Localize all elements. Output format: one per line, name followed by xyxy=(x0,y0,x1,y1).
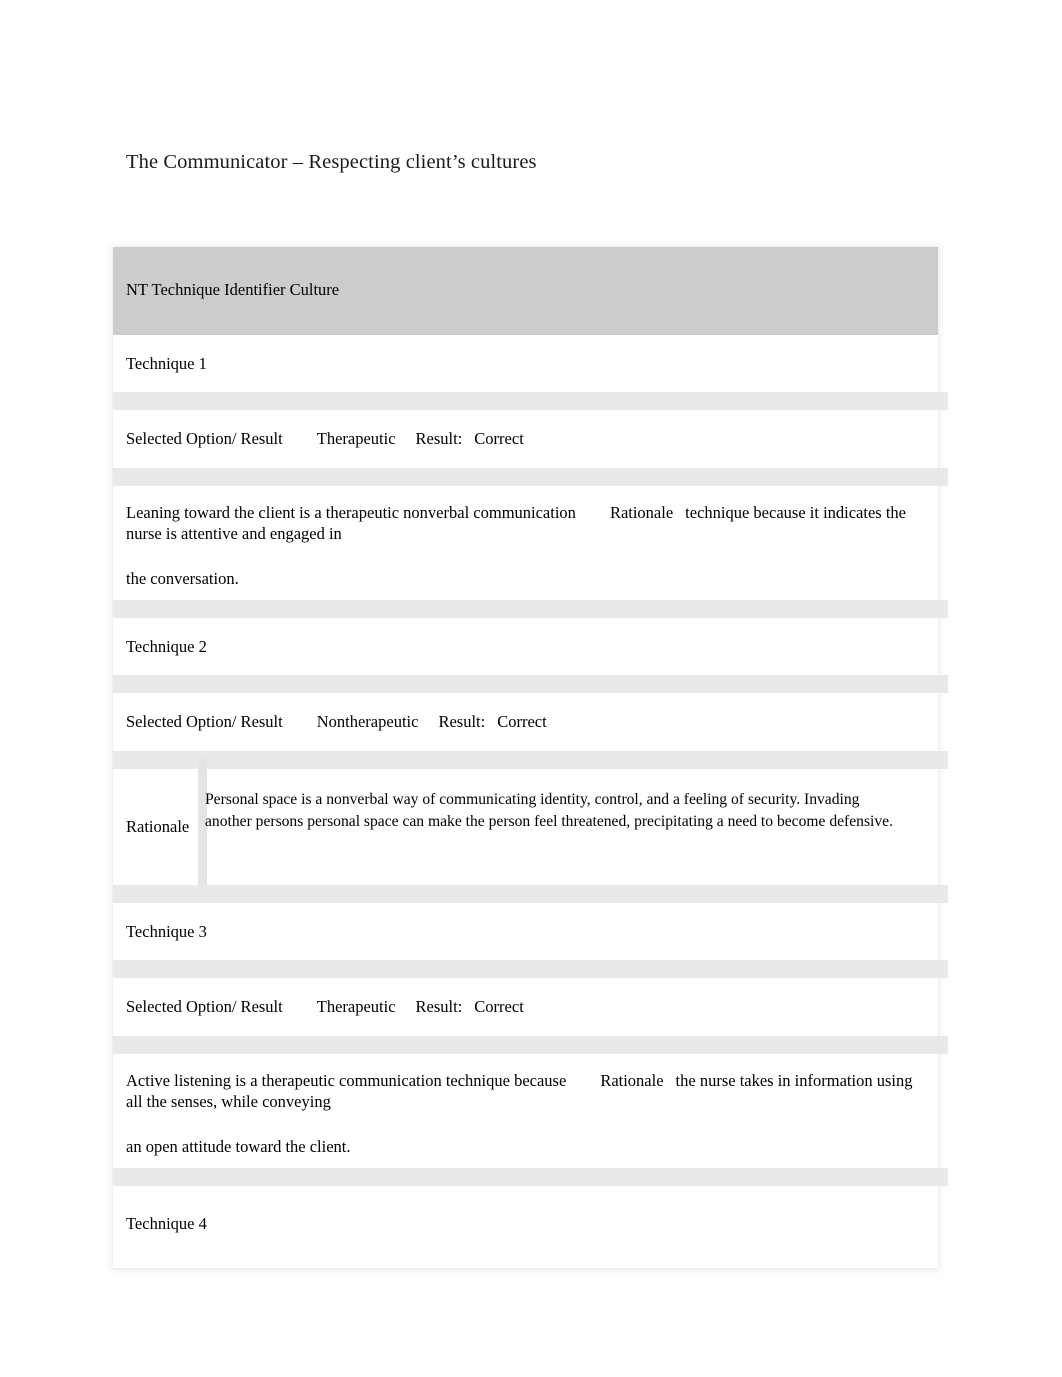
selected-option-row: Selected Option/ Result Nontherapeutic Res… xyxy=(126,711,547,732)
row-separator xyxy=(113,600,948,618)
page-title: The Communicator – Respecting client’s c… xyxy=(126,151,537,173)
rationale-inline-text: Leaning toward the client is a therapeut… xyxy=(126,502,921,544)
rationale-text-before: Leaning toward the client is a therapeut… xyxy=(126,503,576,522)
rationale-tail-text: the conversation. xyxy=(126,569,239,588)
row-separator xyxy=(113,960,948,978)
technique-table: NT Technique Identifier Culture Techniqu… xyxy=(113,247,948,1268)
result-label: Result: xyxy=(415,997,463,1016)
technique-label: Technique 2 xyxy=(126,637,207,656)
document-page: The Communicator – Respecting client’s c… xyxy=(0,0,1062,1377)
rationale-text-before: Active listening is a therapeutic commun… xyxy=(126,1071,567,1090)
row-separator xyxy=(113,675,948,693)
result-value: Correct xyxy=(474,429,524,448)
table-row: Active listening is a therapeutic commun… xyxy=(113,1054,938,1168)
row-separator xyxy=(113,468,948,486)
row-separator xyxy=(113,392,948,410)
technique-label: Technique 4 xyxy=(126,1214,207,1233)
table-row: Rationale Personal space is a nonverbal … xyxy=(113,759,938,889)
table-row: Selected Option/ Result Nontherapeutic Res… xyxy=(113,693,938,751)
table-row: Selected Option/ Result Therapeutic Result… xyxy=(113,410,938,468)
result-value: Correct xyxy=(497,712,547,731)
row-separator xyxy=(113,751,948,769)
selected-option-value: Therapeutic xyxy=(316,429,396,448)
table-row: Technique 2 xyxy=(113,618,938,675)
selected-option-row: Selected Option/ Result Therapeutic Result… xyxy=(126,996,524,1017)
table-row: Technique 3 xyxy=(113,903,938,960)
selected-option-label: Selected Option/ Result xyxy=(126,997,283,1016)
rationale-tail-text: an open attitude toward the client. xyxy=(126,1137,351,1156)
rationale-label: Rationale xyxy=(600,1071,664,1090)
rationale-label: Rationale xyxy=(609,503,674,522)
rationale-inline-text: Active listening is a therapeutic commun… xyxy=(126,1070,921,1112)
rationale-body-text: Personal space is a nonverbal way of com… xyxy=(205,791,893,830)
result-value: Correct xyxy=(474,997,524,1016)
table-row: Technique 4 xyxy=(113,1186,938,1268)
selected-option-value: Nontherapeutic xyxy=(316,712,419,731)
table-row: Leaning toward the client is a therapeut… xyxy=(113,486,938,600)
result-label: Result: xyxy=(415,429,463,448)
row-separator xyxy=(113,1168,948,1186)
selected-option-label: Selected Option/ Result xyxy=(126,712,283,731)
selected-option-value: Therapeutic xyxy=(316,997,396,1016)
table-header-label: NT Technique Identifier Culture xyxy=(126,280,340,299)
technique-label: Technique 3 xyxy=(126,922,207,941)
row-separator xyxy=(113,885,948,903)
technique-label: Technique 1 xyxy=(126,354,207,373)
result-label: Result: xyxy=(438,712,486,731)
selected-option-row: Selected Option/ Result Therapeutic Result… xyxy=(126,428,524,449)
rationale-label: Rationale xyxy=(126,817,190,836)
table-row: Selected Option/ Result Therapeutic Result… xyxy=(113,978,938,1036)
row-separator xyxy=(113,1036,948,1054)
selected-option-label: Selected Option/ Result xyxy=(126,429,283,448)
table-row: Technique 1 xyxy=(113,335,938,392)
table-header-row: NT Technique Identifier Culture xyxy=(113,247,938,335)
